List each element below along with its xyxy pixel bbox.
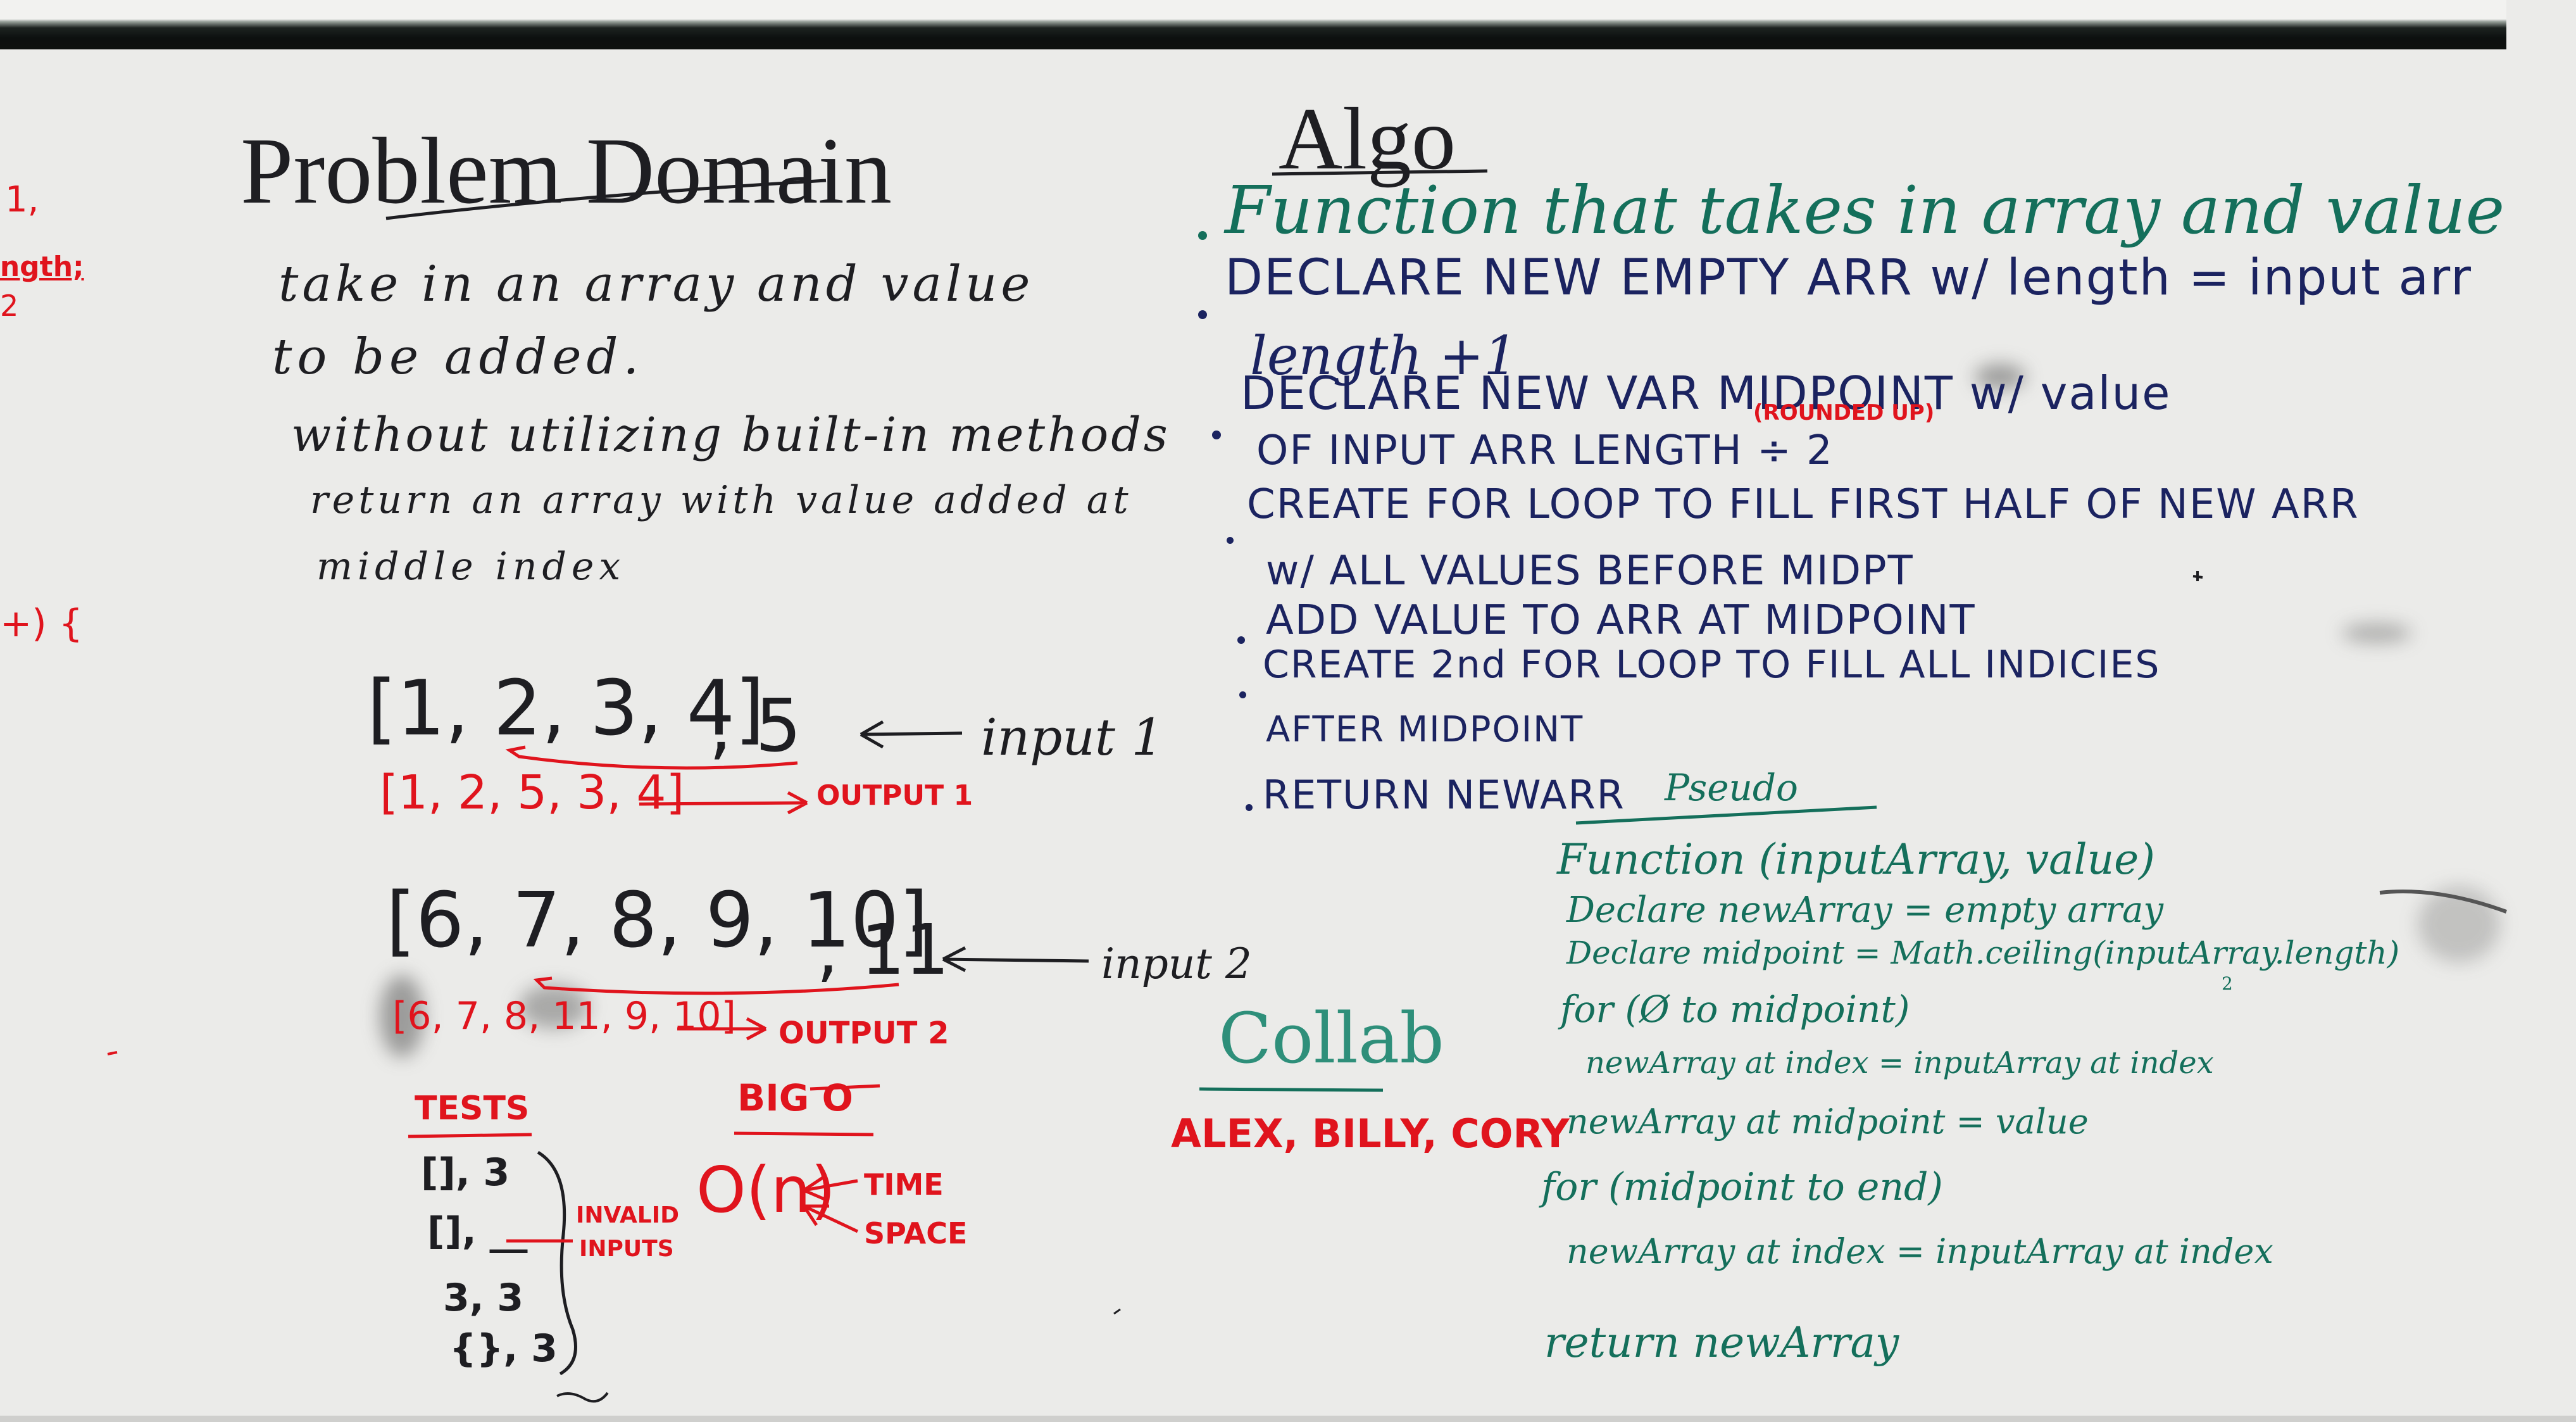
title-underline — [1199, 1087, 1384, 1092]
big-o-bar — [810, 1084, 880, 1091]
input-arrow — [860, 720, 963, 749]
stray-mark — [107, 1051, 118, 1055]
title-underline — [1575, 805, 1877, 825]
output-arrow — [677, 1017, 767, 1041]
output-arrow — [639, 791, 808, 815]
tests-brace-tick — [556, 1392, 609, 1403]
input-arrow — [942, 946, 1089, 972]
stray-mark — [1113, 1308, 1121, 1315]
stray-mark — [2192, 571, 2203, 581]
title-underline — [408, 1133, 532, 1138]
stray-mark — [2379, 890, 2508, 914]
insertion-arc — [505, 745, 798, 770]
tests-brace — [537, 1150, 577, 1376]
big-o-arrow — [803, 1176, 858, 1202]
insertion-arc — [533, 976, 899, 995]
title-underline — [734, 1131, 874, 1136]
marker-strokes — [107, 169, 2508, 1403]
big-o-arrow — [802, 1204, 859, 1233]
title-underline — [385, 179, 827, 220]
title-underline — [1272, 169, 1488, 176]
